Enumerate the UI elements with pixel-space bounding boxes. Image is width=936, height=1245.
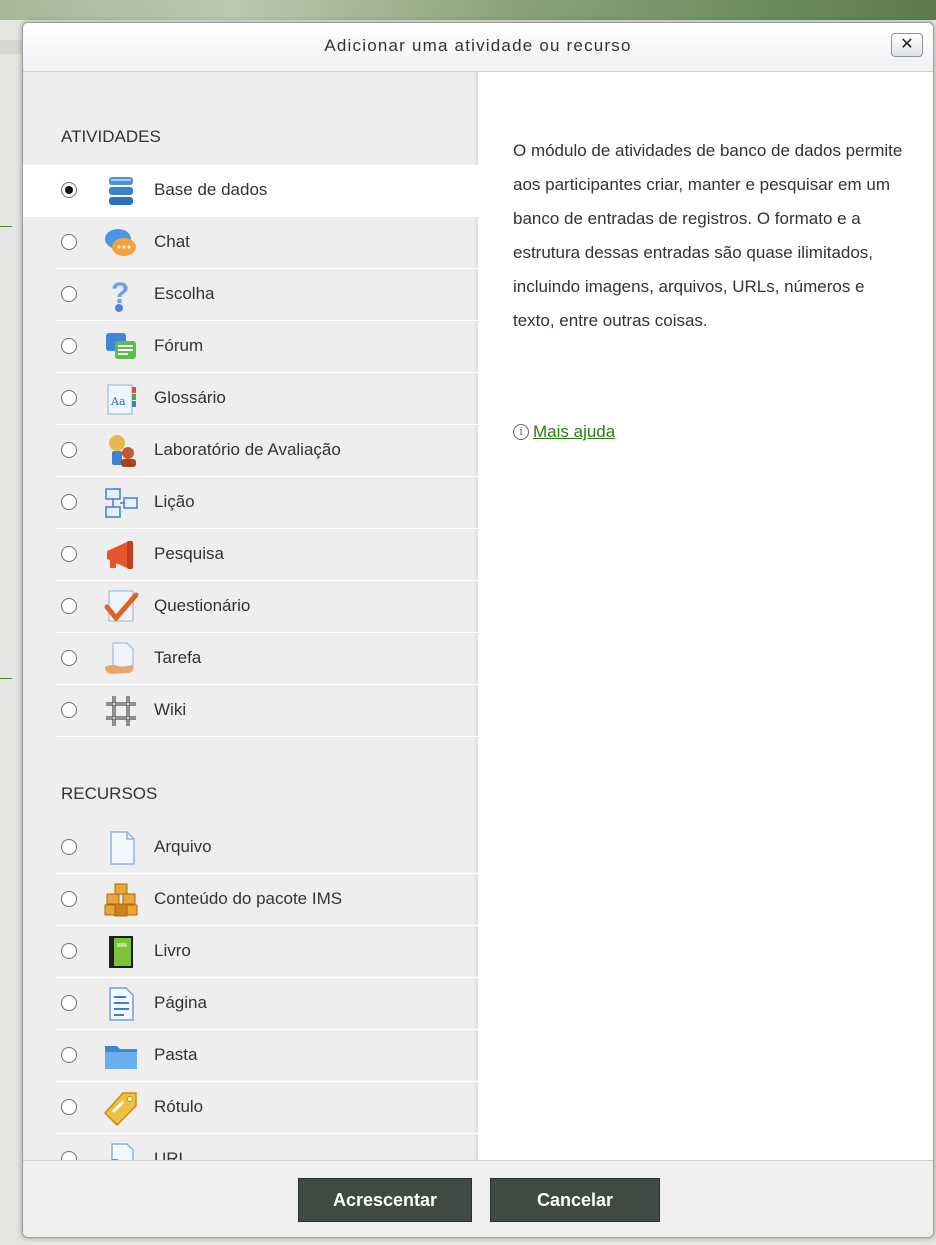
radio-button[interactable] (61, 995, 77, 1011)
glossary-icon: Aa (103, 381, 139, 417)
option-label: Glossário (154, 388, 226, 407)
option-label: Escolha (154, 284, 215, 303)
options-list[interactable]: ATIVIDADES Base de dados Chat ? Escolha (23, 72, 478, 1160)
file-icon (103, 830, 139, 866)
book-icon (103, 934, 139, 970)
option-label: Wiki (154, 700, 187, 719)
option-survey[interactable]: Pesquisa (55, 529, 478, 581)
option-folder[interactable]: Pasta (55, 1030, 478, 1082)
option-ims-package[interactable]: Conteúdo do pacote IMS (55, 874, 478, 926)
option-glossary[interactable]: Aa Glossário (55, 373, 478, 425)
radio-button[interactable] (61, 1047, 77, 1063)
radio-button[interactable] (61, 943, 77, 959)
option-label: Arquivo (154, 837, 212, 856)
radio-button[interactable] (61, 702, 77, 718)
option-url[interactable]: URL (55, 1134, 478, 1160)
more-help-link[interactable]: Mais ajuda (533, 422, 615, 442)
option-workshop[interactable]: Laboratório de Avaliação (55, 425, 478, 477)
chat-icon (103, 225, 139, 261)
module-description: O módulo de atividades de banco de dados… (513, 141, 903, 330)
option-label: Rótulo (154, 1097, 204, 1116)
option-file[interactable]: Arquivo (55, 822, 478, 874)
lesson-icon (103, 485, 139, 521)
activities-heading: ATIVIDADES (61, 127, 161, 146)
dialog-title: Adicionar uma atividade ou recurso (324, 36, 632, 55)
radio-button[interactable] (61, 182, 77, 198)
url-globe-icon (103, 1142, 139, 1160)
radio-button[interactable] (61, 1151, 77, 1160)
workshop-icon (103, 433, 139, 469)
option-quiz[interactable]: Questionário (55, 581, 478, 633)
option-label: Pesquisa (154, 544, 224, 563)
option-label: Pasta (154, 1045, 198, 1064)
background-link (0, 660, 12, 679)
add-activity-dialog: Adicionar uma atividade ou recurso ✕ ATI… (22, 22, 934, 1238)
option-database[interactable]: Base de dados (23, 165, 478, 217)
background-banner (0, 0, 936, 20)
dialog-header: Adicionar uma atividade ou recurso ✕ (23, 23, 933, 72)
radio-button[interactable] (61, 839, 77, 855)
option-label: Laboratório de Avaliação (154, 440, 341, 459)
option-label: Fórum (154, 336, 204, 355)
description-pane: O módulo de atividades de banco de dados… (479, 72, 933, 1160)
option-label: Chat (154, 232, 190, 251)
option-assignment[interactable]: Tarefa (55, 633, 478, 685)
add-button[interactable]: Acrescentar (298, 1178, 472, 1222)
radio-button[interactable] (61, 650, 77, 666)
radio-button[interactable] (61, 598, 77, 614)
question-mark-icon: ? (103, 277, 139, 313)
option-book[interactable]: Livro (55, 926, 478, 978)
option-label: Questionário (154, 596, 251, 615)
radio-button[interactable] (61, 891, 77, 907)
radio-button[interactable] (61, 442, 77, 458)
option-label: Conteúdo do pacote IMS (154, 889, 343, 908)
quiz-checkmark-icon (103, 589, 139, 625)
assignment-icon (103, 641, 139, 677)
option-chat[interactable]: Chat (55, 217, 478, 269)
radio-button[interactable] (61, 390, 77, 406)
forum-icon (103, 329, 139, 365)
close-button[interactable]: ✕ (891, 33, 923, 57)
page-icon (103, 986, 139, 1022)
option-label: Lição (154, 492, 195, 511)
option-lesson[interactable]: Lição (55, 477, 478, 529)
option-label: Livro (154, 941, 191, 960)
svg-text:Aa: Aa (110, 395, 126, 408)
cancel-button[interactable]: Cancelar (490, 1178, 660, 1222)
database-icon (103, 173, 139, 209)
background-link (0, 208, 12, 227)
radio-button[interactable] (61, 546, 77, 562)
wiki-icon (103, 693, 139, 729)
radio-button[interactable] (61, 234, 77, 250)
megaphone-icon (103, 537, 139, 573)
option-label: Base de dados (154, 180, 268, 199)
ims-package-icon (103, 882, 139, 918)
radio-button[interactable] (61, 494, 77, 510)
option-forum[interactable]: Fórum (55, 321, 478, 373)
folder-icon (103, 1038, 139, 1074)
label-tag-icon (103, 1090, 139, 1127)
radio-button[interactable] (61, 338, 77, 354)
option-choice[interactable]: ? Escolha (55, 269, 478, 321)
radio-button[interactable] (61, 286, 77, 302)
option-label: Tarefa (154, 648, 202, 667)
option-page[interactable]: Página (55, 978, 478, 1030)
option-wiki[interactable]: Wiki (55, 685, 478, 737)
option-label: Página (154, 993, 207, 1012)
info-icon: i (513, 424, 529, 440)
option-label: URL (154, 1149, 189, 1160)
radio-button[interactable] (61, 1099, 77, 1115)
resources-heading: RECURSOS (61, 784, 158, 803)
help-link-row: i Mais ajuda (513, 422, 615, 442)
dialog-footer: Acrescentar Cancelar (23, 1160, 933, 1237)
option-label-resource[interactable]: Rótulo (55, 1082, 478, 1134)
